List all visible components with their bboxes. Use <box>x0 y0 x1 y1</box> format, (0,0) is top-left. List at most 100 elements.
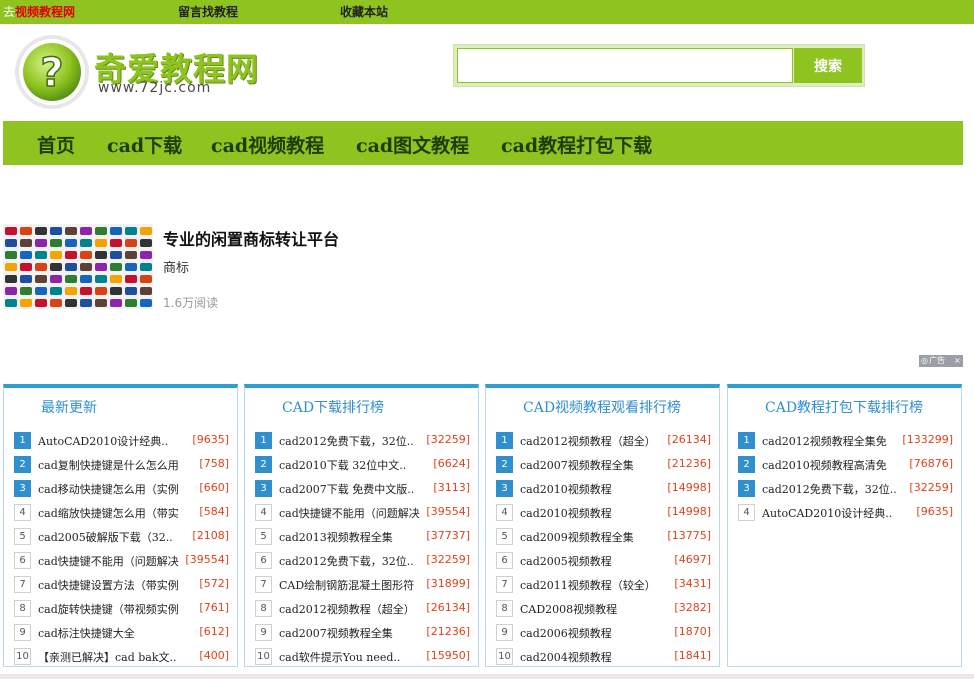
nav-item-cad-video[interactable]: cad视频教程 <box>211 131 324 158</box>
item-link[interactable]: CAD2008视频教程 <box>520 601 670 617</box>
list-item[interactable]: 9 cad2007视频教程全集 [21236] <box>255 623 470 647</box>
item-link[interactable]: cad快捷键不能用（问题解决 <box>38 553 188 569</box>
item-link[interactable]: cad2005视频教程 <box>520 553 670 569</box>
item-link[interactable]: AutoCAD2010设计经典.. <box>762 505 912 521</box>
nav-item-cad-graphic[interactable]: cad图文教程 <box>356 131 469 158</box>
collage-tile <box>35 299 47 307</box>
list-item[interactable]: 4 cad2010视频教程 [14998] <box>496 503 711 527</box>
collage-tile <box>65 275 77 283</box>
list-item[interactable]: 7 cad快捷键设置方法（带实例 [572] <box>14 575 229 599</box>
list-item[interactable]: 8 cad2012视频教程（超全） [26134] <box>255 599 470 623</box>
item-link[interactable]: cad标注快捷键大全 <box>38 625 188 641</box>
bookmark-site-link[interactable]: 收藏本站 <box>340 3 388 20</box>
video-tutorial-site-link[interactable]: 去视频教程网 <box>3 3 75 20</box>
item-link[interactable]: AutoCAD2010设计经典.. <box>38 433 188 449</box>
ranking-box-title[interactable]: CAD教程打包下载排行榜 <box>765 397 923 417</box>
nav-item-home[interactable]: 首页 <box>37 131 75 158</box>
item-link[interactable]: cad移动快捷键怎么用（实例 <box>38 481 188 497</box>
item-link[interactable]: cad软件提示You need.. <box>279 649 429 665</box>
list-item[interactable]: 6 cad快捷键不能用（问题解决 [39554] <box>14 551 229 575</box>
item-link[interactable]: cad2010下载 32位中文.. <box>279 457 429 473</box>
list-item[interactable]: 2 cad2010下载 32位中文.. [6624] <box>255 455 470 479</box>
view-count: [15950] <box>426 649 470 662</box>
item-link[interactable]: cad2005破解版下载（32.. <box>38 529 188 545</box>
nav-item-cad-download[interactable]: cad下载 <box>107 131 182 158</box>
item-link[interactable]: cad缩放快捷键怎么用（带实 <box>38 505 188 521</box>
view-count: [761] <box>199 601 229 614</box>
list-item[interactable]: 7 cad2011视频教程（较全） [3431] <box>496 575 711 599</box>
rank-number: 1 <box>496 432 513 449</box>
ad-image[interactable] <box>3 224 153 309</box>
ad-reads: 1.6万阅读 <box>163 296 219 310</box>
list-item[interactable]: 10 cad软件提示You need.. [15950] <box>255 647 470 671</box>
item-link[interactable]: cad2006视频教程 <box>520 625 670 641</box>
item-link[interactable]: cad2012视频教程（超全） <box>520 433 670 449</box>
list-item[interactable]: 7 CAD绘制钢筋混凝土图形符 [31899] <box>255 575 470 599</box>
search-input[interactable] <box>457 48 793 83</box>
list-item[interactable]: 2 cad复制快捷键是什么怎么用 [758] <box>14 455 229 479</box>
nav-item-cad-pack[interactable]: cad教程打包下载 <box>501 131 652 158</box>
item-link[interactable]: cad2013视频教程全集 <box>279 529 429 545</box>
collage-tile <box>20 299 32 307</box>
item-link[interactable]: cad2007视频教程全集 <box>279 625 429 641</box>
item-link[interactable]: cad2012免费下载，32位.. <box>279 433 429 449</box>
collage-tile <box>125 263 137 271</box>
list-item[interactable]: 3 cad2010视频教程 [14998] <box>496 479 711 503</box>
list-item[interactable]: 5 cad2005破解版下载（32.. [2108] <box>14 527 229 551</box>
list-item[interactable]: 3 cad2012免费下载，32位.. [32259] <box>738 479 953 503</box>
item-link[interactable]: cad快捷键不能用（问题解决 <box>279 505 429 521</box>
item-link[interactable]: cad快捷键设置方法（带实例 <box>38 577 188 593</box>
ad-title[interactable]: 专业的闲置商标转让平台 <box>163 226 339 250</box>
list-item[interactable]: 8 CAD2008视频教程 [3282] <box>496 599 711 623</box>
list-item[interactable]: 2 cad2007视频教程全集 [21236] <box>496 455 711 479</box>
rank-number: 1 <box>255 432 272 449</box>
ranking-box-title[interactable]: CAD视频教程观看排行榜 <box>523 397 681 417</box>
list-item[interactable]: 1 cad2012视频教程（超全） [26134] <box>496 431 711 455</box>
search-button[interactable]: 搜索 <box>794 48 862 83</box>
rank-number: 5 <box>255 528 272 545</box>
item-link[interactable]: 【亲测已解决】cad bak文.. <box>38 649 188 665</box>
list-item[interactable]: 10 【亲测已解决】cad bak文.. [400] <box>14 647 229 671</box>
list-item[interactable]: 10 cad2004视频教程 [1841] <box>496 647 711 671</box>
item-link[interactable]: cad2010视频教程 <box>520 505 670 521</box>
leave-message-link[interactable]: 留言找教程 <box>178 3 238 20</box>
view-count: [572] <box>199 577 229 590</box>
list-item[interactable]: 2 cad2010视频教程高清免 [76876] <box>738 455 953 479</box>
item-link[interactable]: cad2012免费下载，32位.. <box>279 553 429 569</box>
list-item[interactable]: 8 cad旋转快捷键（带视频实例 [761] <box>14 599 229 623</box>
item-link[interactable]: cad2010视频教程 <box>520 481 670 497</box>
list-item[interactable]: 9 cad2006视频教程 [1870] <box>496 623 711 647</box>
item-link[interactable]: cad2004视频教程 <box>520 649 670 665</box>
list-item[interactable]: 3 cad2007下载 免费中文版.. [3113] <box>255 479 470 503</box>
list-item[interactable]: 1 cad2012视频教程全集免 [133299] <box>738 431 953 455</box>
list-item[interactable]: 1 AutoCAD2010设计经典.. [9635] <box>14 431 229 455</box>
site-logo[interactable]: ? 奇爱教程网 www.72jc.com <box>14 34 264 112</box>
list-item[interactable]: 4 AutoCAD2010设计经典.. [9635] <box>738 503 953 527</box>
list-item[interactable]: 6 cad2005视频教程 [4697] <box>496 551 711 575</box>
item-link[interactable]: cad2010视频教程高清免 <box>762 457 912 473</box>
item-link[interactable]: cad2012视频教程全集免 <box>762 433 912 449</box>
list-item[interactable]: 6 cad2012免费下载，32位.. [32259] <box>255 551 470 575</box>
list-item[interactable]: 5 cad2013视频教程全集 [37737] <box>255 527 470 551</box>
list-item[interactable]: 3 cad移动快捷键怎么用（实例 [660] <box>14 479 229 503</box>
ad-subtitle: 商标 <box>163 261 190 276</box>
ad-close-icon[interactable]: × <box>954 355 961 367</box>
list-item[interactable]: 4 cad快捷键不能用（问题解决 [39554] <box>255 503 470 527</box>
item-link[interactable]: cad2009视频教程全集 <box>520 529 670 545</box>
list-item[interactable]: 1 cad2012免费下载，32位.. [32259] <box>255 431 470 455</box>
item-link[interactable]: cad复制快捷键是什么怎么用 <box>38 457 188 473</box>
item-link[interactable]: cad旋转快捷键（带视频实例 <box>38 601 188 617</box>
ranking-box-title[interactable]: CAD下载排行榜 <box>282 397 384 417</box>
list-item[interactable]: 4 cad缩放快捷键怎么用（带实 [584] <box>14 503 229 527</box>
item-link[interactable]: CAD绘制钢筋混凝土图形符 <box>279 577 429 593</box>
item-link[interactable]: cad2012免费下载，32位.. <box>762 481 912 497</box>
view-count: [400] <box>199 649 229 662</box>
item-link[interactable]: cad2012视频教程（超全） <box>279 601 429 617</box>
item-link[interactable]: cad2007视频教程全集 <box>520 457 670 473</box>
list-item[interactable]: 9 cad标注快捷键大全 [612] <box>14 623 229 647</box>
item-link[interactable]: cad2011视频教程（较全） <box>520 577 670 593</box>
item-link[interactable]: cad2007下载 免费中文版.. <box>279 481 429 497</box>
collage-tile <box>35 275 47 283</box>
list-item[interactable]: 5 cad2009视频教程全集 [13775] <box>496 527 711 551</box>
ranking-box-title[interactable]: 最新更新 <box>41 397 97 417</box>
